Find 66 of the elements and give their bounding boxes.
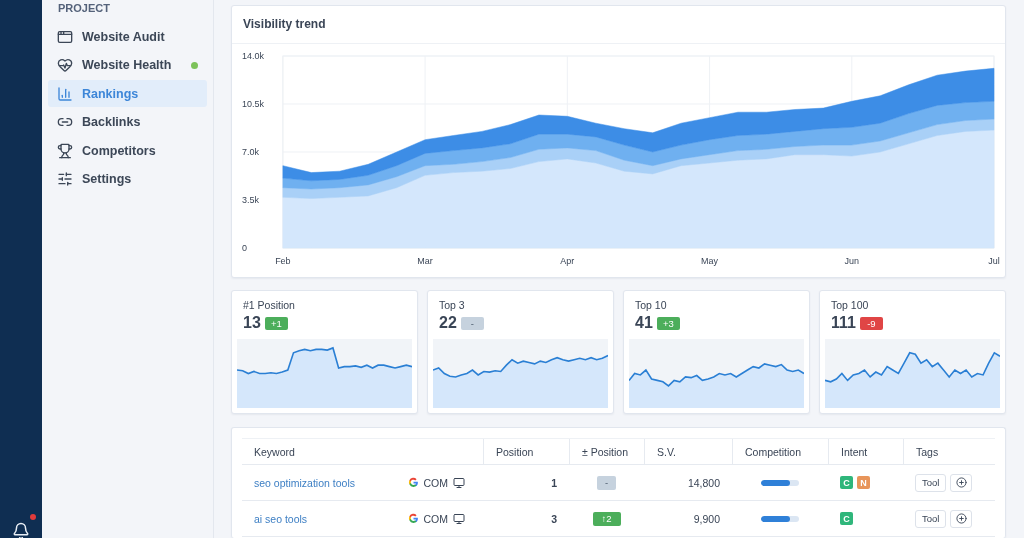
stat-label: #1 Position — [242, 299, 296, 313]
axis-label: 0 — [241, 243, 247, 253]
card-title: Visibility trend — [232, 6, 1005, 44]
axis-label: Apr — [560, 256, 575, 266]
volume-value: 14,800 — [687, 476, 720, 489]
axis-label: Jul — [988, 256, 1000, 266]
domain-label: COM — [423, 512, 448, 525]
stat-value: 22 — [439, 314, 457, 332]
change-badge: +3 — [656, 316, 680, 330]
sidebar-item[interactable]: Competitors — [48, 137, 207, 164]
stat-value: 13 — [243, 314, 261, 332]
position-value: 1 — [551, 476, 557, 489]
axis-label: Feb — [275, 256, 291, 266]
add-icon — [955, 477, 967, 488]
volume-value: 9,900 — [693, 512, 720, 525]
keyword-link[interactable]: ai seo tools — [254, 512, 403, 525]
tag-button[interactable]: Tool — [915, 509, 947, 528]
intent-tag: C — [840, 476, 853, 489]
change-badge: ↑2 — [592, 511, 621, 526]
intent-tag: N — [857, 476, 870, 489]
change-badge: - — [460, 316, 484, 330]
column-header: Position — [483, 439, 569, 465]
stat-label: Top 10 — [634, 299, 668, 313]
column-header: Tags — [903, 439, 995, 465]
add-icon — [955, 513, 967, 524]
add-tag-button[interactable] — [950, 509, 973, 528]
column-header: Keyword — [242, 439, 483, 465]
search-engine-icon — [407, 513, 419, 524]
axis-label: May — [701, 256, 719, 266]
axis-label: 10.5k — [241, 99, 264, 109]
axis-label: Jun — [844, 256, 859, 266]
column-header: S.V. — [644, 439, 732, 465]
section-title: PROJECT — [57, 2, 111, 16]
notification-bell-icon[interactable] — [12, 522, 30, 538]
axis-label: 3.5k — [241, 195, 259, 205]
desktop-icon — [453, 512, 465, 525]
axis-label: Mar — [417, 256, 433, 266]
keyword-link[interactable]: seo optimization tools — [254, 476, 403, 489]
search-engine-icon — [407, 477, 419, 488]
trophy-icon — [57, 142, 73, 159]
column-header: ± Position — [569, 439, 644, 465]
column-header: Intent — [828, 439, 903, 465]
column-header: Competition — [732, 439, 828, 465]
intent-tag: C — [840, 512, 853, 525]
desktop-icon — [453, 476, 465, 489]
stat-value: 111 — [831, 314, 856, 332]
heart-pulse-icon — [57, 57, 73, 73]
axis-label: 14.0k — [241, 51, 264, 61]
position-value: 3 — [551, 512, 557, 525]
change-badge: - — [597, 475, 616, 490]
sidebar-item[interactable]: Website Audit — [48, 23, 207, 50]
stat-value: 41 — [635, 314, 653, 332]
add-tag-button[interactable] — [950, 473, 973, 492]
sidebar-item[interactable]: Settings — [48, 165, 207, 193]
browser-window-icon — [57, 28, 73, 45]
axis-label: 7.0k — [241, 147, 259, 157]
sidebar-item[interactable]: Backlinks — [48, 108, 207, 136]
bar-chart-icon — [57, 85, 73, 102]
change-badge: -9 — [859, 316, 883, 330]
stat-label: Top 3 — [438, 299, 466, 313]
stat-label: Top 100 — [830, 299, 870, 313]
tag-button[interactable]: Tool — [915, 473, 947, 492]
change-badge: +1 — [264, 316, 288, 330]
domain-label: COM — [423, 476, 448, 489]
sidebar-item[interactable]: Website Health — [48, 51, 207, 79]
sliders-icon — [57, 171, 73, 187]
